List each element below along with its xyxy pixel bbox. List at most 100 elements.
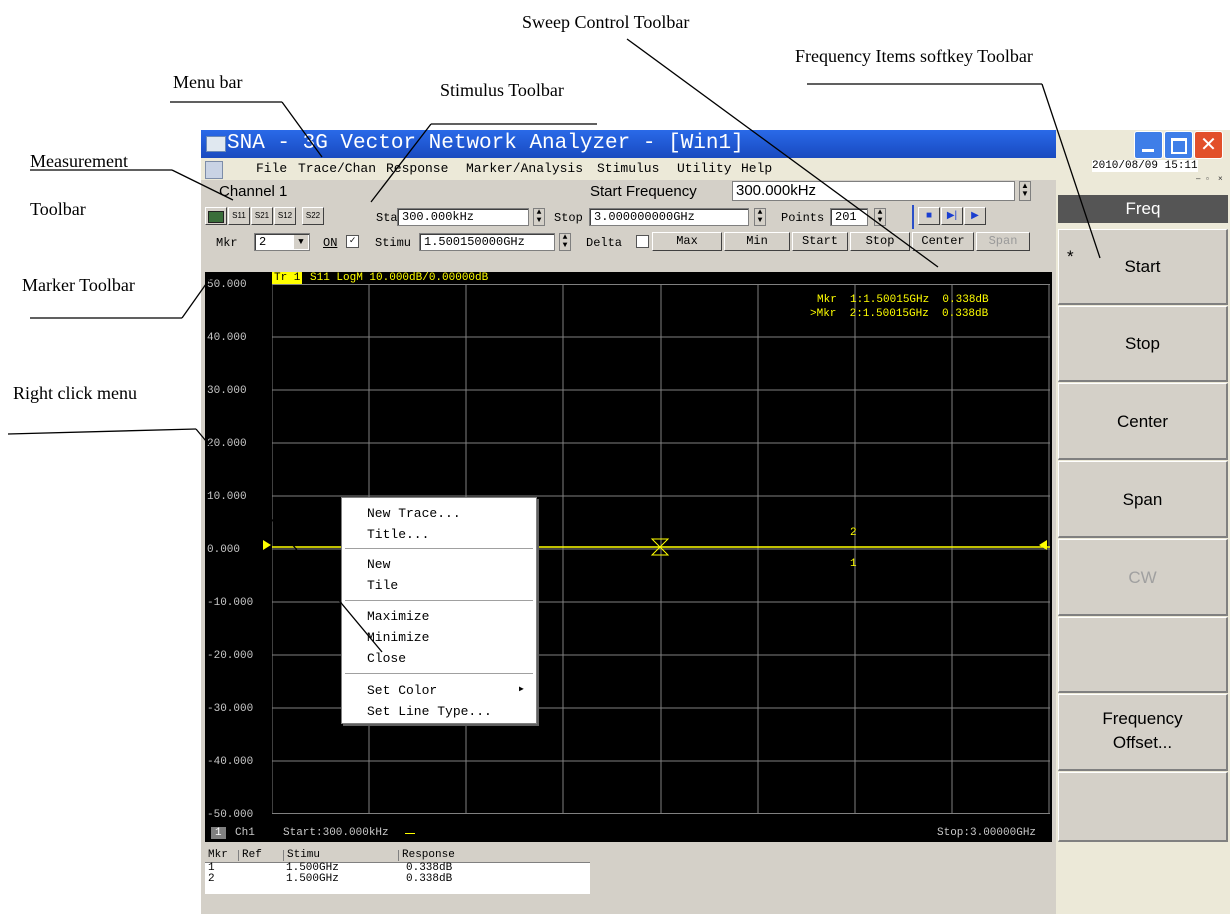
mdi-controls: – ▫ × bbox=[1194, 174, 1228, 184]
stimu-spinner[interactable]: ▲ ▼ bbox=[559, 233, 571, 251]
window-title: SNA - 3G Vector Network Analyzer - [Win1… bbox=[227, 132, 744, 155]
menu-item-new-trace[interactable]: New Trace... bbox=[367, 506, 461, 521]
mdi-minimize-icon[interactable]: – bbox=[1196, 174, 1200, 183]
stop-sweep-icon[interactable]: ■ bbox=[918, 207, 940, 225]
softkey-span[interactable]: Span bbox=[1058, 461, 1228, 538]
trace-tag[interactable]: Tr 1 bbox=[272, 272, 303, 284]
stop-spinner[interactable]: ▲ ▼ bbox=[754, 208, 766, 226]
y-tick-label: 20.000 bbox=[207, 438, 247, 450]
menu-marker-analysis[interactable]: Marker/Analysis bbox=[466, 158, 583, 180]
softkey-cw-label: CW bbox=[1128, 568, 1157, 587]
title-bar[interactable]: SNA - 3G Vector Network Analyzer - [Win1… bbox=[201, 130, 1056, 158]
marker-span-button[interactable]: Span bbox=[976, 232, 1030, 251]
s12-button[interactable]: S12 bbox=[274, 207, 296, 225]
mdi-restore-icon[interactable]: ▫ bbox=[1206, 174, 1209, 183]
menu-separator bbox=[345, 673, 533, 674]
menu-item-maximize[interactable]: Maximize bbox=[367, 609, 429, 624]
mkr-label: Mkr bbox=[216, 236, 238, 250]
s21-button[interactable]: S21 bbox=[251, 207, 273, 225]
trace-descriptor: S11 LogM 10.000dB/0.00000dB bbox=[310, 272, 489, 284]
menu-help[interactable]: Help bbox=[741, 158, 772, 180]
softkey-center-label: Center bbox=[1116, 412, 1169, 431]
chevron-down-icon[interactable]: ▼ bbox=[294, 235, 308, 249]
entry-field[interactable]: 300.000kHz bbox=[732, 181, 1015, 201]
points-label: Points bbox=[781, 211, 825, 225]
sweep-toolbar: ■ ▶| ▶ bbox=[912, 205, 986, 229]
callout-menu-bar: Menu bar bbox=[173, 72, 243, 92]
softkey-stop[interactable]: Stop bbox=[1058, 306, 1228, 382]
reference-arrow-right-icon bbox=[1039, 540, 1047, 550]
table-row[interactable]: 1 1.500GHz 0.338dB bbox=[205, 863, 590, 874]
points-field[interactable]: 201 bbox=[830, 208, 868, 226]
app-window: SNA - 3G Vector Network Analyzer - [Win1… bbox=[201, 130, 1056, 914]
start-spinner[interactable]: ▲ ▼ bbox=[533, 208, 545, 226]
marker-1-icon bbox=[650, 546, 670, 556]
stimu-field[interactable]: 1.500150000GHz bbox=[419, 233, 555, 251]
marker-start-button[interactable]: Start bbox=[792, 232, 848, 251]
s11-button[interactable]: S11 bbox=[228, 207, 250, 225]
plot-area[interactable]: Tr 1 S11 LogM 10.000dB/0.00000dB 50.000 … bbox=[205, 272, 1052, 842]
mkr-select[interactable]: 2 ▼ bbox=[254, 233, 310, 251]
menu-stimulus[interactable]: Stimulus bbox=[597, 158, 659, 180]
marker-center-button[interactable]: Center bbox=[912, 232, 974, 251]
max-button[interactable]: Max bbox=[652, 232, 722, 251]
on-checkbox[interactable]: ✓ bbox=[346, 235, 359, 248]
softkey-start[interactable]: * Start bbox=[1058, 229, 1228, 305]
softkey-cw[interactable]: CW bbox=[1058, 539, 1228, 616]
delta-checkbox[interactable] bbox=[636, 235, 649, 248]
softkey-blank[interactable] bbox=[1058, 617, 1228, 693]
y-tick-label: -20.000 bbox=[207, 650, 254, 662]
header-ref: Ref bbox=[238, 850, 262, 861]
channel-number-badge: 1 bbox=[211, 827, 226, 839]
menu-item-close[interactable]: Close bbox=[367, 651, 406, 666]
menu-item-title[interactable]: Title... bbox=[367, 527, 429, 542]
context-menu: New Trace... Title... New Tile Maximize … bbox=[341, 497, 537, 724]
softkey-frequency-offset[interactable]: Frequency Offset... bbox=[1058, 694, 1228, 771]
maximize-icon[interactable] bbox=[1164, 131, 1193, 159]
stimulus-toolbar: Start 300.000kHz ▲ ▼ Stop 3.000000000GHz … bbox=[341, 205, 906, 229]
mkr-value: 2 bbox=[259, 235, 267, 249]
stop-field[interactable]: 3.000000000GHz bbox=[589, 208, 749, 226]
menu-file[interactable]: File bbox=[256, 158, 287, 180]
softkey-frequency-offset-line2: Offset... bbox=[1112, 733, 1173, 752]
callout-frequency-items: Frequency Items softkey Toolbar bbox=[795, 46, 1033, 66]
start-field[interactable]: 300.000kHz bbox=[397, 208, 529, 226]
y-tick-label: -40.000 bbox=[207, 756, 254, 768]
menu-bar: File Trace/Chan Response Marker/Analysis… bbox=[201, 158, 1056, 180]
menu-item-minimize[interactable]: Minimize bbox=[367, 630, 429, 645]
mdi-close-icon[interactable]: × bbox=[1218, 174, 1223, 183]
row-stimu: 1.500GHz bbox=[286, 873, 339, 885]
s22-button[interactable]: S22 bbox=[302, 207, 324, 225]
single-sweep-icon[interactable]: ▶| bbox=[941, 207, 963, 225]
softkey-blank[interactable] bbox=[1058, 772, 1228, 842]
document-icon[interactable] bbox=[205, 161, 223, 179]
marker-stop-button[interactable]: Stop bbox=[850, 232, 910, 251]
min-button[interactable]: Min bbox=[724, 232, 790, 251]
menu-item-set-color[interactable]: Set Color bbox=[367, 683, 437, 698]
points-value: 201 bbox=[835, 210, 857, 224]
channel-row: Channel 1 Start Frequency 300.000kHz ▲ ▼ bbox=[201, 180, 1056, 204]
points-spinner[interactable]: ▲ ▼ bbox=[874, 208, 886, 226]
menu-item-set-line-type[interactable]: Set Line Type... bbox=[367, 704, 492, 719]
menu-trace-chan[interactable]: Trace/Chan bbox=[298, 158, 376, 180]
app-icon bbox=[206, 136, 226, 152]
row-mkr: 2 bbox=[208, 873, 215, 885]
menu-item-new[interactable]: New bbox=[367, 557, 390, 572]
menu-response[interactable]: Response bbox=[386, 158, 448, 180]
softkey-active-mark: * bbox=[1067, 247, 1074, 266]
softkey-center[interactable]: Center bbox=[1058, 383, 1228, 460]
marker-table: Mkr Ref Stimu Response 1 1.500GHz 0.338d… bbox=[205, 848, 590, 894]
measurement-icon[interactable] bbox=[205, 207, 227, 225]
y-tick-label: 0.000 bbox=[207, 544, 241, 556]
continuous-sweep-icon[interactable]: ▶ bbox=[964, 207, 986, 225]
menu-item-tile[interactable]: Tile bbox=[367, 578, 398, 593]
menu-utility[interactable]: Utility bbox=[677, 158, 732, 180]
minimize-icon[interactable] bbox=[1134, 131, 1163, 159]
table-row[interactable]: 2 1.500GHz 0.338dB bbox=[205, 874, 590, 885]
status-area bbox=[590, 848, 1056, 914]
close-icon[interactable]: ✕ bbox=[1194, 131, 1223, 159]
entry-value: 300.000kHz bbox=[736, 182, 817, 199]
callout-stimulus: Stimulus Toolbar bbox=[440, 80, 564, 100]
stop-value: 3.000000000GHz bbox=[594, 210, 695, 224]
entry-spinner[interactable]: ▲ ▼ bbox=[1019, 181, 1031, 201]
